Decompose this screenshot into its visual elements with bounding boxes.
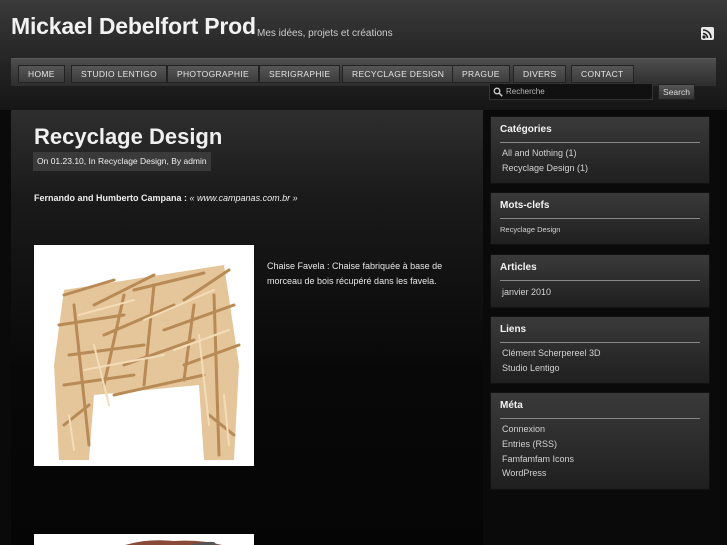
category-link[interactable]: All and Nothing (1) bbox=[502, 148, 577, 158]
site-title[interactable]: Mickael Debelfort Prod bbox=[11, 13, 256, 40]
widget-title-archives: Articles bbox=[500, 262, 537, 273]
nav-item-divers[interactable]: DIVERS bbox=[513, 65, 567, 83]
widget-title-tags: Mots-clefs bbox=[500, 200, 550, 211]
widget-categories: Catégories All and Nothing (1) Recyclage… bbox=[490, 116, 710, 184]
post-intro-link[interactable]: « www.campanas.com.br » bbox=[190, 193, 298, 203]
nav-item-photographie[interactable]: PHOTOGRAPHIE bbox=[167, 65, 259, 83]
post-title[interactable]: Recyclage Design bbox=[34, 124, 222, 150]
site-tagline: Mes idées, projets et créations bbox=[257, 28, 393, 39]
nav-item-recyclage-design[interactable]: RECYCLAGE DESIGN bbox=[342, 65, 455, 83]
meta-link-famfamfam[interactable]: Famfamfam Icons bbox=[502, 454, 574, 464]
meta-link-login[interactable]: Connexion bbox=[502, 424, 545, 434]
widget-title-links: Liens bbox=[500, 324, 527, 335]
widget-tags: Mots-clefs Recyclage Design bbox=[490, 192, 710, 245]
divider bbox=[500, 342, 700, 343]
nav-item-serigraphie[interactable]: SERIGRAPHIE bbox=[259, 65, 341, 83]
widget-archives: Articles janvier 2010 bbox=[490, 254, 710, 308]
divider bbox=[500, 142, 700, 143]
rss-icon[interactable] bbox=[701, 27, 714, 40]
meta-link-wordpress[interactable]: WordPress bbox=[502, 468, 546, 478]
post-meta: On 01.23.10, In Recyclage Design, By adm… bbox=[33, 152, 211, 171]
archive-link[interactable]: janvier 2010 bbox=[502, 287, 551, 297]
search-input[interactable] bbox=[506, 84, 650, 99]
post-intro-authors: Fernando and Humberto Campana : bbox=[34, 193, 188, 203]
search-box bbox=[489, 83, 653, 100]
widget-title-meta: Méta bbox=[500, 400, 523, 411]
chair-caption: Chaise Favela : Chaise fabriquée à base … bbox=[267, 261, 443, 286]
meta-link-rss[interactable]: Entries (RSS) bbox=[502, 439, 557, 449]
second-image[interactable] bbox=[34, 534, 254, 545]
widget-meta: Méta Connexion Entries (RSS) Famfamfam I… bbox=[490, 392, 710, 490]
post-content: Recyclage Design On 01.23.10, In Recycla… bbox=[11, 110, 483, 545]
tag-link[interactable]: Recyclage Design bbox=[500, 225, 560, 234]
nav-item-home[interactable]: HOME bbox=[18, 65, 65, 83]
divider bbox=[500, 280, 700, 281]
widget-links: Liens Clément Scherpereel 3D Studio Lent… bbox=[490, 316, 710, 384]
search-button[interactable]: Search bbox=[658, 84, 695, 100]
divider bbox=[500, 418, 700, 419]
category-link[interactable]: Recyclage Design (1) bbox=[502, 163, 588, 173]
nav-item-contact[interactable]: CONTACT bbox=[571, 65, 634, 83]
widget-title-categories: Catégories bbox=[500, 124, 552, 135]
main-nav: HOME STUDIO LENTIGO PHOTOGRAPHIE SERIGRA… bbox=[11, 58, 716, 86]
nav-item-studio-lentigo[interactable]: STUDIO LENTIGO bbox=[71, 65, 167, 83]
nav-item-prague[interactable]: PRAGUE bbox=[452, 65, 510, 83]
blogroll-link[interactable]: Clément Scherpereel 3D bbox=[502, 348, 601, 358]
blogroll-link[interactable]: Studio Lentigo bbox=[502, 363, 560, 373]
divider bbox=[500, 218, 700, 219]
post-intro: Fernando and Humberto Campana : « www.ca… bbox=[34, 193, 298, 203]
search-icon bbox=[493, 87, 503, 97]
chair-image[interactable] bbox=[34, 245, 254, 466]
